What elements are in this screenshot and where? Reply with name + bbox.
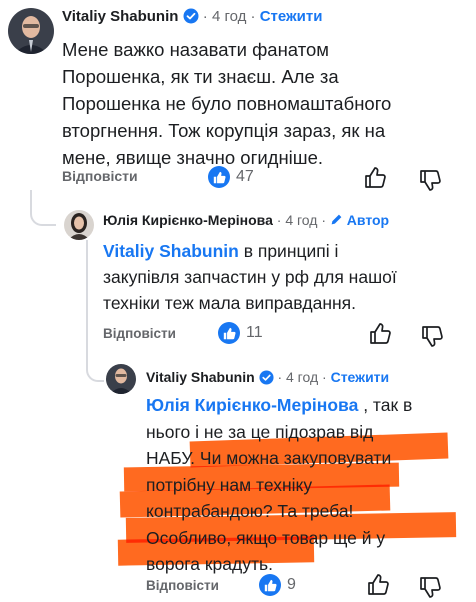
timestamp[interactable]: 4 год <box>286 369 318 385</box>
comment-line: Особливо, якщо товар ще й у <box>146 527 386 548</box>
comment1-body: Мене важко назавати фанатом Порошенка, я… <box>62 36 391 171</box>
author-name[interactable]: Vitaliy Shabunin <box>62 8 178 25</box>
like-count[interactable]: 9 <box>259 574 296 596</box>
comment-line: Порошенка, як ти знаєш. Але за <box>62 66 339 87</box>
thumbs-down-icon[interactable] <box>418 168 442 197</box>
comment3-header: Vitaliy Shabunin · 4 год · Стежити <box>146 369 389 388</box>
like-count[interactable]: 47 <box>208 166 254 188</box>
like-count-value: 9 <box>287 576 296 593</box>
reply-button[interactable]: Відповісти <box>103 326 176 341</box>
thread-connector <box>86 240 104 382</box>
comment-line: техніки теж мала виправдання. <box>103 293 356 313</box>
reply-button[interactable]: Відповісти <box>146 578 219 593</box>
verified-badge-icon <box>183 8 199 28</box>
comment-line: Порошенка не було повномаштабного <box>62 93 392 114</box>
comment2-body: Vitaliy Shabunin в принципі і закупівля … <box>103 238 397 316</box>
author-name[interactable]: Vitaliy Shabunin <box>146 369 255 385</box>
comment-line: , так в <box>358 395 413 415</box>
thumbs-up-reaction-icon <box>259 574 281 596</box>
avatar-yulia-kyriienko-merinova[interactable] <box>64 210 94 240</box>
follow-button[interactable]: Стежити <box>331 369 390 385</box>
author-name[interactable]: Юлія Кирієнко-Мерінова <box>103 212 273 228</box>
author-badge-label: Автор <box>346 212 390 228</box>
timestamp[interactable]: 4 год <box>285 212 317 228</box>
comment-line: в принципі і <box>238 241 339 261</box>
comment-line: НАБУ. Чи можна закуповувати <box>146 448 392 468</box>
verified-badge-icon <box>259 370 274 388</box>
thumbs-up-reaction-icon <box>208 166 230 188</box>
mention-link[interactable]: Vitaliy Shabunin <box>103 241 239 261</box>
follow-button[interactable]: Стежити <box>260 8 323 25</box>
comment2-header: Юлія Кирієнко-Мерінова · 4 год · Автор <box>103 212 390 228</box>
comment1-header: Vitaliy Shabunin · 4 год · Стежити <box>62 8 322 28</box>
thumbs-up-icon[interactable] <box>366 573 390 602</box>
thumbs-down-icon[interactable] <box>420 324 444 353</box>
like-count-value: 47 <box>236 168 254 185</box>
comment-line: вторгнення. Тож корупція зараз, як на <box>62 120 386 141</box>
like-count[interactable]: 11 <box>218 322 263 344</box>
comment-line: контрабандою? Та треба! <box>146 501 354 521</box>
reply-button[interactable]: Відповісти <box>62 168 138 184</box>
mention-link[interactable]: Юлія Кирієнко-Мерінова <box>146 395 358 415</box>
thread-connector <box>30 190 56 226</box>
thumbs-down-icon[interactable] <box>418 575 442 602</box>
comment-line: закупівля запчастин у рф для нашої <box>103 267 397 287</box>
thumbs-up-reaction-icon <box>218 322 240 344</box>
like-count-value: 11 <box>246 324 263 341</box>
author-badge: Автор <box>330 212 389 228</box>
comment3-body: Юлія Кирієнко-Мерінова , так в нього і н… <box>146 392 412 578</box>
pencil-icon <box>331 214 342 225</box>
timestamp[interactable]: 4 год <box>212 8 246 25</box>
comment-line: потрібну нам техніку <box>146 474 313 495</box>
comment-line: нього і не за це підозрав від <box>146 421 374 442</box>
thumbs-up-icon[interactable] <box>363 166 387 195</box>
avatar-vitaliy-shabunin[interactable] <box>8 8 54 54</box>
comment-line: Мене важко назавати фанатом <box>62 39 329 60</box>
thumbs-up-icon[interactable] <box>368 322 392 351</box>
avatar-vitaliy-shabunin[interactable] <box>106 364 136 394</box>
